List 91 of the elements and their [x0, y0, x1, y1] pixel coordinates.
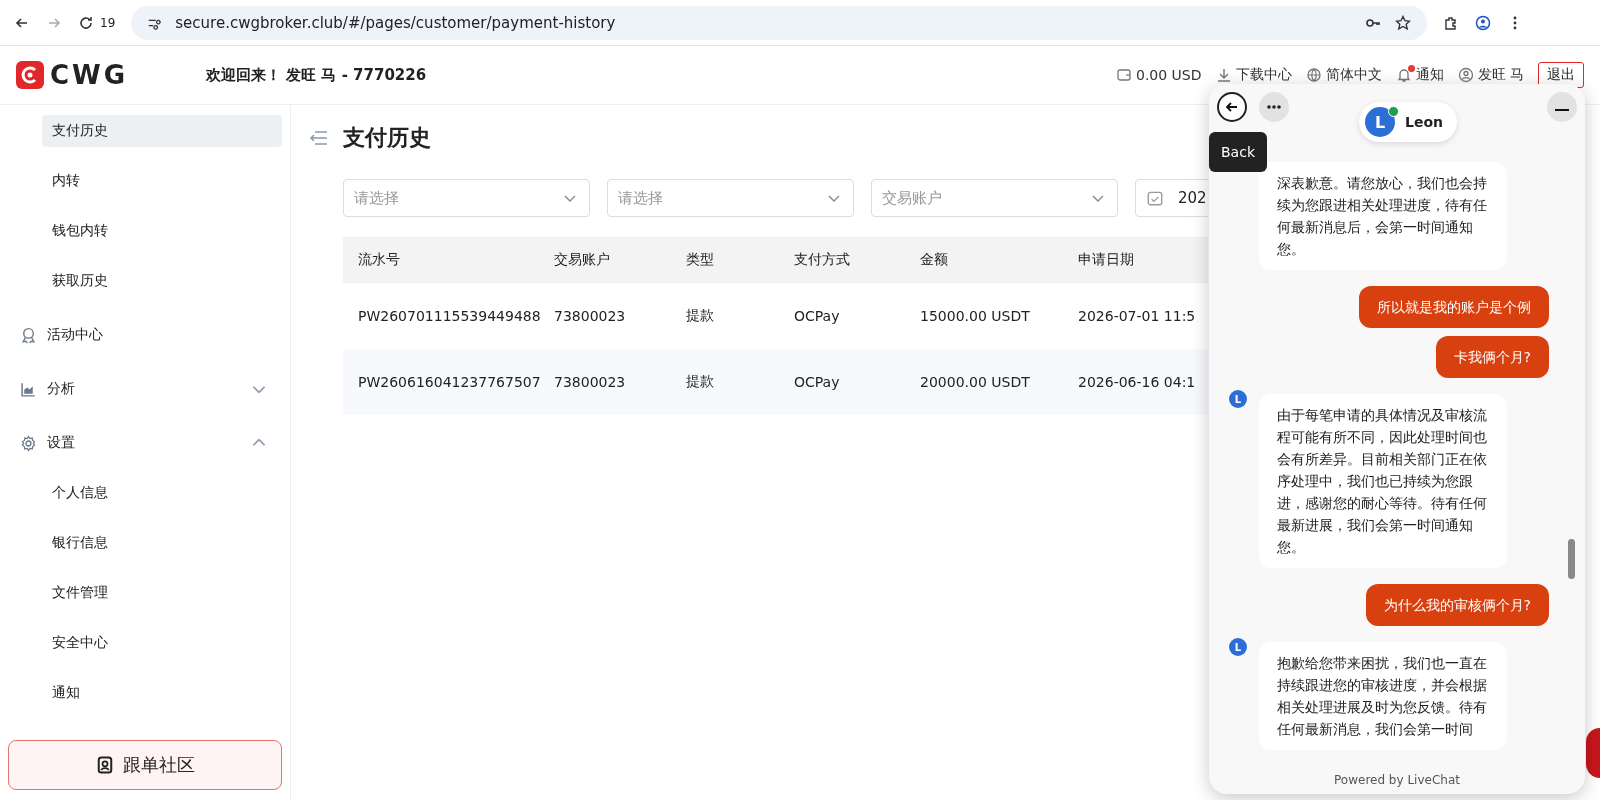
download-center-link[interactable]: 下载中心	[1215, 66, 1292, 84]
tab-count: 19	[100, 15, 116, 30]
sidebar-item[interactable]: 通知	[42, 677, 282, 709]
calendar-icon	[1146, 189, 1164, 207]
collapse-menu-icon[interactable]	[309, 130, 329, 146]
agent-name: Leon	[1405, 114, 1443, 130]
column-header: 交易账户	[553, 251, 611, 269]
profile-card-icon	[95, 755, 115, 775]
column-header: 支付方式	[793, 251, 851, 269]
sidebar-item[interactable]: 活动中心	[8, 319, 282, 351]
column-header: 金额	[919, 251, 949, 269]
profile-icon[interactable]	[1475, 14, 1492, 31]
award-icon	[20, 326, 37, 344]
minimize-icon	[1555, 109, 1569, 111]
notifications-link[interactable]: 通知	[1395, 66, 1444, 84]
sidebar-item[interactable]: 安全中心	[42, 627, 282, 659]
address-bar[interactable]: secure.cwgbroker.club/#/pages/customer/payment-history	[131, 5, 1428, 40]
wallet-balance[interactable]: 0.00 USD	[1116, 67, 1202, 83]
sidebar-item[interactable]: 钱包内转	[42, 215, 282, 247]
user-menu[interactable]: 发旺 马	[1457, 66, 1524, 84]
chat-message: 抱歉给您带来困扰，我们也一直在持续跟进您的审核进度，并会根据相关处理进展及时为您反馈。待有任何最新消息，我们会第一时间	[1259, 642, 1507, 750]
table-cell-text: PW260701115539449488	[357, 308, 539, 324]
welcome-text: 欢迎回来！ 发旺 马 - 7770226	[206, 65, 427, 85]
table-cell-text: 提款	[685, 307, 715, 325]
globe-icon	[1305, 67, 1322, 83]
gear-icon	[20, 434, 37, 452]
minimize-button[interactable]	[1547, 92, 1577, 122]
sidebar-item-label: 钱包内转	[52, 222, 109, 240]
sidebar-item[interactable]: 内转	[42, 165, 282, 197]
sidebar-item-label: 分析	[47, 380, 76, 398]
chat-launcher-button[interactable]	[1586, 728, 1600, 778]
chat-message: 卡我俩个月?	[1435, 336, 1549, 378]
table-cell-text: 20000.00 USDT	[919, 374, 1031, 390]
reload-icon[interactable]	[78, 14, 94, 31]
sidebar-item[interactable]: 个人信息	[42, 477, 282, 509]
url-text: secure.cwgbroker.club/#/pages/customer/payment-history	[175, 13, 616, 32]
select-field[interactable]: 请选择	[343, 179, 590, 217]
table-cell-text: 15000.00 USDT	[919, 308, 1031, 324]
agent-avatar: L	[1229, 638, 1247, 656]
agent-avatar: L	[1365, 107, 1395, 137]
download-icon	[1215, 67, 1232, 83]
sidebar-item-label: 银行信息	[52, 534, 109, 552]
logo-text: CWG	[50, 60, 129, 90]
chat-message: 所以就是我的账户是个例	[1359, 286, 1549, 328]
sidebar-item-label: 通知	[52, 684, 81, 702]
bell-icon	[1395, 67, 1412, 83]
sidebar-item-label: 支付历史	[52, 122, 109, 140]
more-options-button[interactable]	[1259, 92, 1289, 122]
logo-icon	[16, 61, 44, 89]
scrollbar-thumb[interactable]	[1568, 539, 1575, 579]
select-field[interactable]: 请选择	[607, 179, 854, 217]
table-cell-text: 73800023	[553, 308, 627, 324]
community-button[interactable]: 跟单社区	[8, 740, 282, 790]
sidebar-item-label: 内转	[52, 172, 81, 190]
chat-message: 深表歉意。请您放心，我们也会持续为您跟进相关处理进度，待有任何最新消息后，会第一时间通知您。	[1259, 162, 1507, 270]
more-icon	[1267, 105, 1281, 109]
table-cell-text: 2026-07-01 11:5	[1077, 308, 1197, 324]
sidebar-item[interactable]: 文件管理	[42, 577, 282, 609]
sidebar-item[interactable]: 支付历史	[42, 115, 282, 147]
column-header: 申请日期	[1077, 251, 1135, 269]
sidebar-item-label: 个人信息	[52, 484, 109, 502]
sidebar-item-label: 安全中心	[52, 634, 109, 652]
column-header: 类型	[685, 251, 715, 269]
table-cell-text: PW260616041237767507	[357, 374, 539, 390]
sidebar-item-label: 获取历史	[52, 272, 109, 290]
sidebar-item-label: 活动中心	[47, 326, 104, 344]
language-selector[interactable]: 简体中文	[1305, 66, 1382, 84]
agent-avatar: L	[1229, 390, 1247, 408]
sidebar-item[interactable]: 设置	[8, 427, 282, 459]
chat-message: 由于每笔申请的具体情况及审核流程可能有所不同，因此处理时间也会有所差异。目前相关部门正在依序处理中，我们也已持续为您跟进，感谢您的耐心等待。待有任何最新进展，我们会第一时间通知您。	[1259, 394, 1507, 568]
column-header: 流水号	[357, 251, 401, 269]
back-button[interactable]	[1217, 92, 1247, 122]
sidebar-item-label: 文件管理	[52, 584, 109, 602]
sidebar-item[interactable]: 银行信息	[42, 527, 282, 559]
powered-by-text: Powered by LiveChat	[1334, 773, 1460, 787]
star-icon[interactable]	[1395, 14, 1412, 31]
sidebar-item[interactable]: 获取历史	[42, 265, 282, 297]
page-title: 支付历史	[343, 124, 431, 152]
back-tooltip: Back	[1209, 132, 1267, 172]
select-field[interactable]: 交易账户	[871, 179, 1118, 217]
sidebar-item[interactable]: 分析	[8, 373, 282, 405]
table-cell-text: 提款	[685, 373, 715, 391]
wallet-icon	[1116, 67, 1132, 83]
chart-icon	[20, 380, 37, 398]
table-cell-text: OCPay	[793, 374, 841, 390]
table-cell-text: 73800023	[553, 374, 627, 390]
chat-message: 为什么我的审核俩个月?	[1365, 584, 1549, 626]
user-icon	[1457, 67, 1474, 83]
table-cell-text: OCPay	[793, 308, 841, 324]
sidebar-item-label: 设置	[47, 434, 76, 452]
table-cell-text: 2026-06-16 04:1	[1077, 374, 1197, 390]
